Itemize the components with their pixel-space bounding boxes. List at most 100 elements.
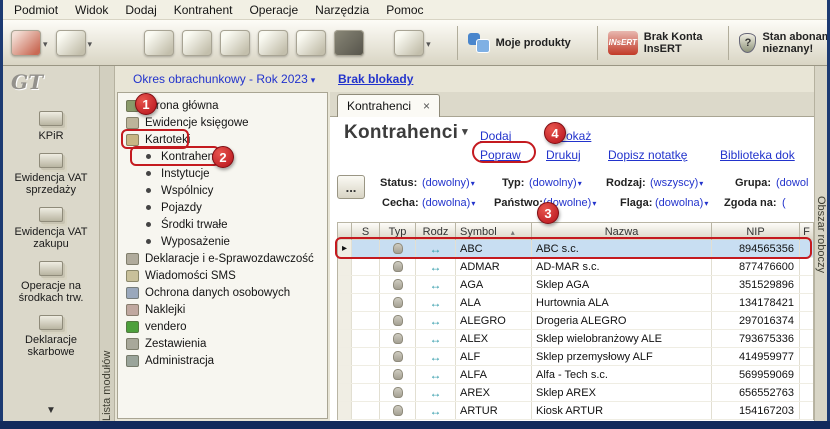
bullet-icon: [146, 222, 151, 227]
flaga-filter-value[interactable]: (dowolna): [655, 197, 708, 209]
vendero-icon: [126, 321, 139, 333]
module-operacje-srodki-trwale[interactable]: Operacje na środkach trw.: [7, 261, 95, 304]
table-row[interactable]: ALEX Sklep wielobranżowy ALE 793675336: [338, 330, 813, 348]
abonament-status-button[interactable]: ? Stan abonamentu nieznany!: [729, 31, 830, 55]
annotation-box-selected-row: [335, 237, 812, 259]
menu-narzedzia[interactable]: Narzędzia: [312, 2, 372, 18]
declarations-icon: [126, 253, 139, 265]
konto-insert-label: Brak Konta InsERT: [644, 31, 703, 55]
more-modules-icon[interactable]: [46, 402, 56, 416]
sum-tool-icon[interactable]: [296, 30, 326, 56]
zgoda-filter-value[interactable]: (: [782, 197, 787, 209]
module-ewidencja-vat-sprzedazy[interactable]: Ewidencja VAT sprzedaży: [7, 153, 95, 196]
typ-filter-value[interactable]: (dowolny): [529, 177, 582, 189]
module-bar: GT KPiR Ewidencja VAT sprzedaży Ewidencj…: [3, 66, 100, 421]
copy-tool-icon[interactable]: [258, 30, 288, 56]
tree-item-wspolnicy[interactable]: Wspólnicy: [118, 182, 327, 199]
table-row[interactable]: AREX Sklep AREX 656552763: [338, 384, 813, 402]
biblioteka-dokumentow-link[interactable]: Biblioteka dok: [720, 148, 795, 162]
menu-operacje[interactable]: Operacje: [246, 2, 301, 18]
mail-tool-icon[interactable]: [56, 30, 86, 56]
annotation-circle-3: 3: [537, 202, 559, 224]
tab-close-icon[interactable]: [423, 101, 430, 111]
table-row[interactable]: ADMAR AD-MAR s.c. 877476600: [338, 258, 813, 276]
annotation-circle-2: 2: [212, 146, 234, 168]
admin-icon: [126, 355, 139, 367]
tab-kontrahenci[interactable]: Kontrahenci: [337, 94, 440, 117]
tree-item-deklaracje[interactable]: Deklaracje i e-Sprawozdawczość: [118, 250, 327, 267]
filter-options-button[interactable]: ...: [337, 175, 365, 199]
bidirectional-icon: [430, 278, 442, 292]
status-filter-value[interactable]: (dowolny): [422, 177, 475, 189]
dropdown-caret-icon[interactable]: [88, 36, 93, 50]
tree-item-administracja[interactable]: Administracja: [118, 352, 327, 369]
module-stack-icon: [39, 153, 63, 168]
dropdown-caret-icon[interactable]: [426, 36, 431, 50]
app-window: Podmiot Widok Dodaj Kontrahent Operacje …: [0, 0, 830, 429]
table-row[interactable]: AGA Sklep AGA 351529896: [338, 276, 813, 294]
contractor-type-icon: [393, 261, 403, 272]
tree-item-srodki-trwale[interactable]: Środki trwałe: [118, 216, 327, 233]
module-kpir[interactable]: KPiR: [38, 111, 63, 142]
bidirectional-icon: [430, 296, 442, 310]
tree-item-wiadomosci-sms[interactable]: Wiadomości SMS: [118, 267, 327, 284]
tree-item-wyposazenie[interactable]: Wyposażenie: [118, 233, 327, 250]
dopisz-notatke-link[interactable]: Dopisz notatkę: [608, 148, 687, 162]
annotation-circle-1: 1: [135, 93, 157, 115]
module-deklaracje-skarbowe[interactable]: Deklaracje skarbowe: [7, 315, 95, 358]
zgoda-filter-label: Zgoda na:: [724, 197, 777, 209]
lock-status-link[interactable]: Brak blokady: [338, 72, 413, 86]
dropdown-caret-icon[interactable]: [43, 36, 48, 50]
module-ewidencja-vat-zakupu[interactable]: Ewidencja VAT zakupu: [7, 207, 95, 250]
gt-logo: GT: [11, 70, 43, 94]
contractor-type-icon: [393, 279, 403, 290]
annotation-ellipse-popraw: [472, 141, 536, 163]
bullet-icon: [146, 171, 151, 176]
tree-item-vendero[interactable]: vendero: [118, 318, 327, 335]
grupa-filter-value[interactable]: (dowol: [776, 177, 809, 189]
menu-pomoc[interactable]: Pomoc: [383, 2, 426, 18]
printer-tool-icon[interactable]: [394, 30, 424, 56]
menu-podmiot[interactable]: Podmiot: [11, 2, 61, 18]
table-row[interactable]: ALF Sklep przemysłowy ALF 414959977: [338, 348, 813, 366]
delete-tool-icon[interactable]: [11, 30, 41, 56]
menu-dodaj[interactable]: Dodaj: [122, 2, 159, 18]
stamp-tool-icon[interactable]: [144, 30, 174, 56]
tab-bar: Kontrahenci: [330, 92, 814, 117]
bidirectional-icon: [430, 332, 442, 346]
page-title[interactable]: Kontrahenci: [344, 122, 468, 144]
calculator-tool-icon[interactable]: [220, 30, 250, 56]
menubar: Podmiot Widok Dodaj Kontrahent Operacje …: [3, 0, 827, 20]
bidirectional-icon: [430, 260, 442, 274]
drukuj-link[interactable]: Drukuj: [546, 148, 581, 162]
eraser-tool-icon[interactable]: [182, 30, 212, 56]
module-list-strip[interactable]: Lista modułów: [100, 66, 115, 421]
cube-tool-icon[interactable]: [334, 30, 364, 56]
bullet-icon: [146, 239, 151, 244]
tree-item-ochrona-danych[interactable]: Ochrona danych osobowych: [118, 284, 327, 301]
konto-insert-button[interactable]: INsERT Brak Konta InsERT: [598, 31, 703, 55]
table-row[interactable]: ALFA Alfa - Tech s.c. 569959069: [338, 366, 813, 384]
contractor-type-icon: [393, 297, 403, 308]
tree-item-zestawienia[interactable]: Zestawienia: [118, 335, 327, 352]
abonament-status-label: Stan abonamentu nieznany!: [762, 31, 830, 55]
cecha-filter-value[interactable]: (dowolna): [422, 197, 475, 209]
table-row[interactable]: ALEGRO Drogeria ALEGRO 297016374: [338, 312, 813, 330]
menu-kontrahent[interactable]: Kontrahent: [171, 2, 236, 18]
contractor-type-icon: [393, 387, 403, 398]
table-row[interactable]: ARTUR Kiosk ARTUR 154167203: [338, 402, 813, 420]
moje-produkty-button[interactable]: Moje produkty: [458, 32, 571, 53]
workspace-strip[interactable]: Obszar roboczy: [814, 66, 827, 421]
menu-widok[interactable]: Widok: [72, 2, 111, 18]
ledger-icon: [126, 117, 139, 129]
contractor-type-icon: [393, 369, 403, 380]
rodzaj-filter-value[interactable]: (wszyscy): [650, 177, 703, 189]
accounting-period-link[interactable]: Okres obrachunkowy - Rok 2023: [133, 72, 315, 86]
tree-item-naklejki[interactable]: Naklejki: [118, 301, 327, 318]
tree-item-pojazdy[interactable]: Pojazdy: [118, 199, 327, 216]
table-row[interactable]: ALA Hurtownia ALA 134178421: [338, 294, 813, 312]
typ-filter-label: Typ:: [502, 177, 524, 189]
reports-icon: [126, 338, 139, 350]
module-list-strip-label: Lista modułów: [101, 166, 113, 421]
products-icon: [468, 32, 490, 53]
